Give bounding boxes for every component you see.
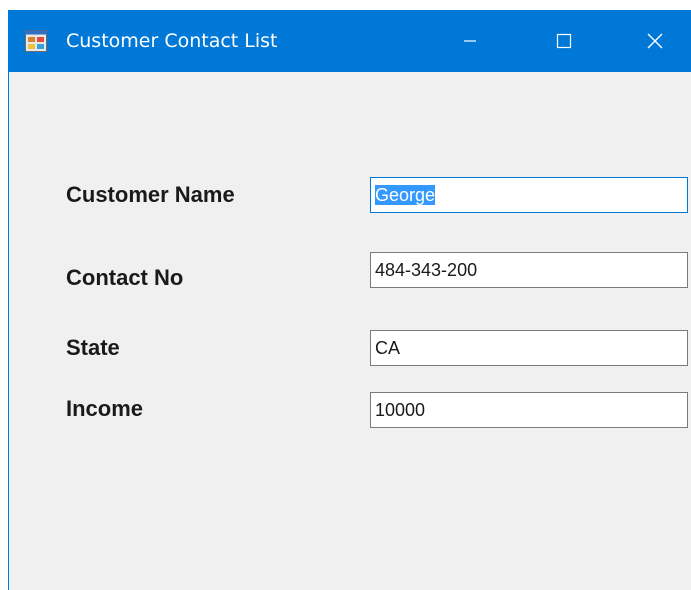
state-label: State xyxy=(66,335,120,360)
income-input[interactable]: 10000 xyxy=(370,392,688,428)
customer-name-input[interactable]: George xyxy=(370,177,688,213)
contact-no-input[interactable]: 484-343-200 xyxy=(370,252,688,288)
contact-no-value: 484-343-200 xyxy=(375,260,478,280)
form-app-icon[interactable] xyxy=(25,30,47,52)
income-label: Income xyxy=(66,396,144,421)
minimize-icon xyxy=(464,40,476,42)
title-bar[interactable]: Customer Contact List xyxy=(9,10,691,72)
state-value: CA xyxy=(375,338,401,358)
state-input[interactable]: CA xyxy=(370,330,688,366)
minimize-button[interactable] xyxy=(433,10,507,72)
income-value: 10000 xyxy=(375,400,426,420)
customer-name-value: George xyxy=(375,185,436,205)
contact-no-label: Contact No xyxy=(66,265,184,290)
customer-contact-window: Customer Contact List Customer Name Geor… xyxy=(8,10,691,590)
maximize-button[interactable] xyxy=(527,10,601,72)
close-button[interactable] xyxy=(618,10,691,72)
window-title: Customer Contact List xyxy=(66,30,278,52)
maximize-icon xyxy=(556,33,572,49)
close-icon xyxy=(647,33,663,49)
customer-name-label: Customer Name xyxy=(66,182,235,207)
